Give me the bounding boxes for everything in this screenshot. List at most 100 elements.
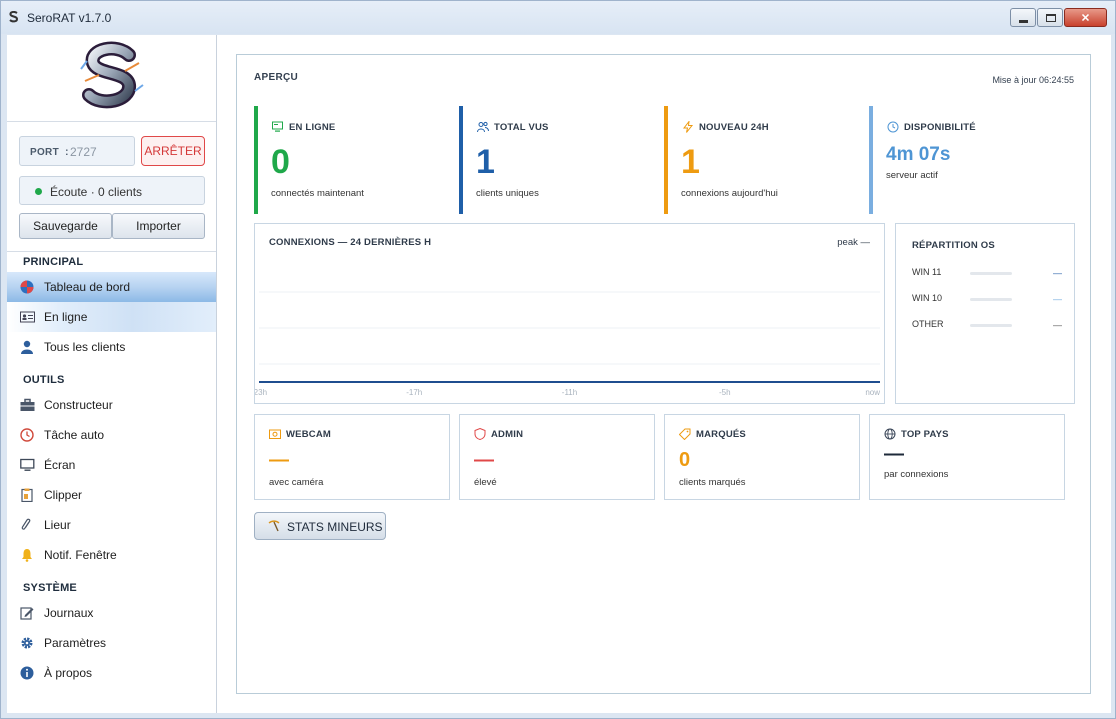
kpi-header: NOUVEAU 24H [682, 121, 769, 133]
card-header: ADMIN [474, 428, 524, 440]
nav-about[interactable]: À propos [7, 658, 216, 688]
card-top-country: TOP PAYS — par connexions [869, 414, 1065, 500]
pie-chart-icon [20, 280, 34, 294]
card-webcam: WEBCAM — avec caméra [254, 414, 450, 500]
save-button[interactable]: Sauvegarde [19, 213, 112, 239]
card-title: ADMIN [491, 429, 524, 440]
nav-online[interactable]: En ligne [7, 302, 216, 332]
close-icon: ✕ [1080, 12, 1091, 24]
kpi-value: 1 [681, 143, 700, 181]
nav-builder[interactable]: Constructeur [7, 390, 216, 420]
chart-peak: peak — [837, 237, 870, 248]
x-tick-label: -23h [255, 388, 267, 397]
clock-icon [887, 121, 899, 133]
kpi-subtitle: connexions aujourd'hui [681, 188, 778, 199]
kpi-accent-bar [459, 106, 463, 214]
miner-stats-label: STATS MINEURS [287, 520, 383, 534]
kpi-value: 0 [271, 143, 290, 181]
os-name: WIN 10 [912, 293, 943, 303]
os-row: WIN 11 — [912, 267, 1062, 279]
bell-icon [22, 549, 32, 562]
kpi-accent-bar [664, 106, 668, 214]
kpi-title: EN LIGNE [289, 122, 336, 133]
nav-label: Paramètres [44, 636, 107, 650]
kpi-value: 4m 07s [886, 144, 951, 165]
os-name: WIN 11 [912, 267, 942, 277]
maximize-button[interactable] [1037, 8, 1063, 27]
x-tick-label: -11h [562, 388, 577, 397]
kpi-subtitle: serveur actif [886, 170, 938, 181]
nav-logs[interactable]: Journaux [7, 598, 216, 628]
port-separator: : [65, 147, 69, 158]
status-text: Écoute · 0 clients [50, 185, 143, 199]
gear-icon [21, 637, 33, 649]
kpi-value: 1 [476, 143, 495, 181]
status-dot-icon [35, 188, 42, 195]
users-icon [477, 121, 489, 133]
kpi-header: TOTAL VUS [477, 121, 549, 133]
nav-auto-task[interactable]: Tâche auto [7, 420, 216, 450]
port-input[interactable]: 2727 [70, 145, 97, 159]
card-admin: ADMIN — élevé [459, 414, 655, 500]
kpi-uptime: DISPONIBILITÉ 4m 07s serveur actif [869, 106, 1065, 214]
serorat-logo [80, 41, 144, 109]
nav-settings[interactable]: Paramètres [7, 628, 216, 658]
monitor-icon [20, 458, 35, 471]
tag-icon [679, 428, 691, 440]
x-tick-label: now [865, 388, 880, 397]
os-value: — [1053, 268, 1062, 278]
connections-chart: -23h -17h -11h -5h now CONNEXIONS — 24 DERNI… [254, 223, 885, 404]
card-subtitle: élevé [474, 477, 497, 488]
client-area: PORT : 2727 ARRÊTER Écoute · 0 clients S… [7, 35, 1111, 713]
os-value: — [1053, 294, 1062, 304]
miner-stats-button[interactable]: STATS MINEURS [254, 512, 386, 540]
x-tick-label: -17h [406, 388, 422, 397]
kpi-title: DISPONIBILITÉ [904, 122, 976, 133]
nav-window-notif[interactable]: Notif. Fenêtre [7, 540, 216, 570]
divider [7, 121, 216, 122]
card-subtitle: clients marqués [679, 477, 746, 488]
kpi-title: TOTAL VUS [494, 122, 549, 133]
nav-clipper[interactable]: Clipper [7, 480, 216, 510]
port-field[interactable]: PORT : 2727 [19, 136, 135, 166]
kpi-header: EN LIGNE [272, 121, 336, 133]
stop-button[interactable]: ARRÊTER [141, 136, 205, 166]
camera-icon [269, 429, 281, 439]
nav-all-clients[interactable]: Tous les clients [7, 332, 216, 362]
last-updated: Mise à jour 06:24:55 [992, 75, 1074, 85]
edit-log-icon [20, 607, 34, 620]
window-title: SeroRAT v1.7.0 [27, 11, 112, 25]
clipboard-icon [21, 488, 33, 502]
nav-binder[interactable]: Lieur [7, 510, 216, 540]
pickaxe-icon [268, 520, 280, 532]
close-button[interactable]: ✕ [1064, 8, 1107, 27]
nav-label: Lieur [44, 518, 71, 532]
paperclip-icon [21, 518, 31, 530]
listener-status: Écoute · 0 clients [19, 176, 205, 205]
card-value: — [884, 443, 904, 465]
sidebar: PORT : 2727 ARRÊTER Écoute · 0 clients S… [7, 35, 217, 713]
app-logo-icon [9, 11, 19, 23]
kpi-online: EN LIGNE 0 connectés maintenant [254, 106, 450, 214]
nav-screen[interactable]: Écran [7, 450, 216, 480]
nav-label: En ligne [44, 310, 88, 324]
minimize-button[interactable] [1010, 8, 1036, 27]
card-subtitle: avec caméra [269, 477, 324, 488]
os-progress-track [970, 324, 1012, 327]
os-progress-track [970, 298, 1012, 301]
nav-label: Tous les clients [44, 340, 126, 354]
os-title: RÉPARTITION OS [912, 240, 995, 251]
nav-label: Clipper [44, 488, 83, 502]
nav-dashboard[interactable]: Tableau de bord [7, 272, 216, 302]
nav-label: À propos [44, 666, 93, 680]
chart-plot: -23h -17h -11h -5h now [255, 291, 880, 397]
card-header: WEBCAM [269, 429, 331, 440]
kpi-subtitle: clients uniques [476, 188, 539, 199]
card-value: — [269, 449, 289, 471]
import-button[interactable]: Importer [112, 213, 205, 239]
os-row: WIN 10 — [912, 293, 1062, 305]
globe-icon [884, 428, 896, 440]
user-icon [21, 340, 33, 354]
title-bar[interactable]: SeroRAT v1.7.0 ✕ [1, 1, 1115, 34]
os-value: — [1053, 320, 1062, 330]
